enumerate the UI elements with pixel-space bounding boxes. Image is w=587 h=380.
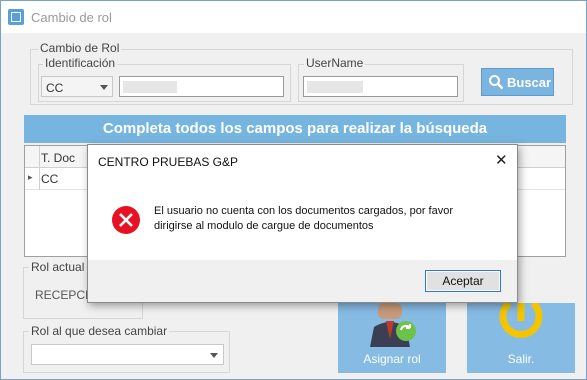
chevron-down-icon bbox=[100, 85, 108, 90]
window-title: Cambio de rol bbox=[31, 10, 112, 25]
current-role-label: Rol actual bbox=[29, 260, 87, 274]
search-button[interactable]: Buscar bbox=[481, 68, 554, 96]
redacted-value bbox=[307, 81, 363, 93]
search-button-label: Buscar bbox=[507, 75, 552, 90]
dialog-message: El usuario no cuenta con los documentos … bbox=[154, 204, 494, 234]
search-icon bbox=[489, 75, 504, 90]
exit-button[interactable]: Salir. bbox=[467, 303, 575, 373]
dialog-footer: Aceptar bbox=[88, 260, 517, 302]
id-type-value: CC bbox=[46, 81, 64, 95]
new-role-label: Rol al que desea cambiar bbox=[29, 324, 170, 338]
id-label: Identificación bbox=[43, 56, 118, 70]
redacted-value bbox=[123, 81, 177, 93]
user-swap-icon bbox=[370, 303, 416, 347]
info-banner: Completa todos los campos para realizar … bbox=[24, 115, 566, 143]
row-selector-icon: ▸ bbox=[28, 172, 33, 182]
chevron-down-icon bbox=[210, 353, 218, 358]
close-glyph: ✕ bbox=[495, 152, 508, 169]
dialog-message-line1: El usuario no cuenta con los documentos … bbox=[154, 205, 454, 217]
error-dialog: CENTRO PRUEBAS G&P ✕ El usuario no cuent… bbox=[87, 144, 518, 303]
search-group-title: Cambio de Rol bbox=[38, 41, 122, 55]
power-icon bbox=[499, 303, 543, 338]
username-input[interactable] bbox=[303, 76, 458, 97]
dialog-message-line2: dirigirse al modulo de cargue de documen… bbox=[154, 220, 374, 232]
column-divider bbox=[39, 146, 40, 168]
dialog-title: CENTRO PRUEBAS G&P bbox=[98, 155, 239, 169]
id-number-input[interactable] bbox=[119, 76, 284, 97]
app-icon bbox=[8, 9, 24, 25]
close-icon[interactable]: ✕ bbox=[492, 151, 510, 169]
assign-role-label: Asignar rol bbox=[363, 352, 421, 366]
cell-t-doc: CC bbox=[41, 172, 59, 186]
assign-role-button[interactable]: Asignar rol bbox=[338, 303, 446, 373]
title-bar: Cambio de rol bbox=[1, 1, 586, 33]
exit-label: Salir. bbox=[507, 352, 535, 366]
column-header-t-doc[interactable]: T. Doc bbox=[41, 151, 75, 165]
ok-button[interactable]: Aceptar bbox=[425, 270, 501, 292]
column-divider bbox=[39, 168, 40, 190]
username-label: UserName bbox=[304, 56, 366, 70]
id-type-select[interactable]: CC bbox=[41, 76, 113, 97]
error-icon bbox=[112, 206, 140, 234]
new-role-select[interactable] bbox=[31, 344, 224, 365]
